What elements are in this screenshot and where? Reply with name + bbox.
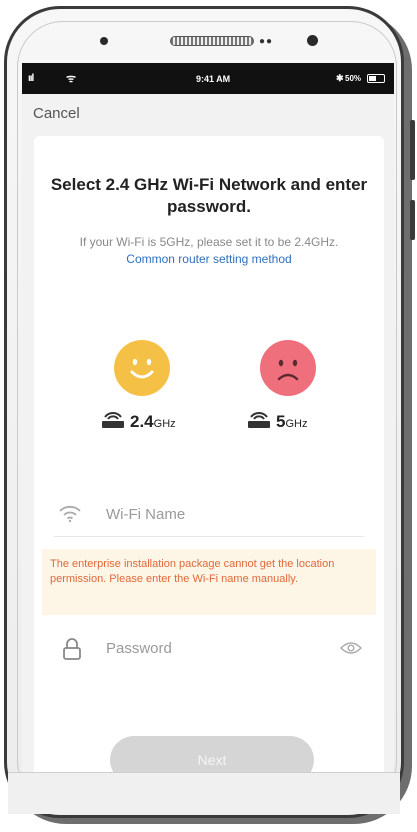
battery-fill — [369, 76, 376, 81]
status-bar: ııl ᯤ 9:41 AM ✱ 50% — [22, 63, 394, 94]
app-screen: ııl ᯤ 9:41 AM ✱ 50% Cancel Select 2.4 GH… — [22, 63, 394, 800]
bluetooth-icon: ✱ — [336, 73, 344, 83]
band-24ghz-label: 2.4GHz — [100, 411, 176, 432]
wifi-name-input[interactable]: Wi-Fi Name — [106, 506, 185, 523]
lock-icon — [63, 638, 81, 660]
password-input[interactable]: Password — [106, 640, 172, 657]
band-5ghz-label: 5GHz — [246, 411, 307, 432]
status-time: 9:41 AM — [196, 74, 231, 84]
subtitle-text: If your Wi-Fi is 5GHz, please set it to … — [79, 235, 339, 249]
band-24ghz-value: 2.4 — [130, 412, 154, 431]
router-icon — [102, 412, 124, 428]
eye-icon[interactable] — [340, 641, 362, 655]
battery-icon — [367, 74, 385, 83]
front-camera-icon — [307, 35, 318, 46]
sad-face-icon — [260, 340, 316, 396]
power-button — [410, 200, 415, 240]
router-setting-link[interactable]: Common router setting method — [126, 252, 291, 266]
speaker-grille — [170, 36, 254, 46]
router-icon — [248, 412, 270, 428]
sensor-icon — [100, 37, 108, 45]
happy-face-icon — [114, 340, 170, 396]
phone-bottom-bezel — [8, 772, 400, 814]
signal-icon: ııl — [28, 73, 34, 84]
password-field[interactable]: Password — [54, 625, 364, 671]
location-warning: The enterprise installation package cann… — [42, 549, 376, 615]
speaker-dots: ●● — [259, 36, 274, 47]
battery-percent: 50% — [345, 74, 362, 83]
page-title: Select 2.4 GHz Wi-Fi Network and enter p… — [50, 175, 368, 216]
content-card: Select 2.4 GHz Wi-Fi Network and enter p… — [34, 136, 384, 800]
wifi-name-field[interactable]: Wi-Fi Name — [54, 491, 364, 537]
wifi-status-icon: ᯤ — [66, 73, 77, 85]
band-24ghz-unit: GHz — [153, 418, 176, 430]
volume-button — [410, 120, 415, 180]
wifi-icon — [59, 505, 81, 523]
subtitle: If your Wi-Fi is 5GHz, please set it to … — [54, 234, 364, 268]
cancel-button[interactable]: Cancel — [33, 105, 80, 122]
band-5ghz-unit: GHz — [285, 418, 308, 430]
